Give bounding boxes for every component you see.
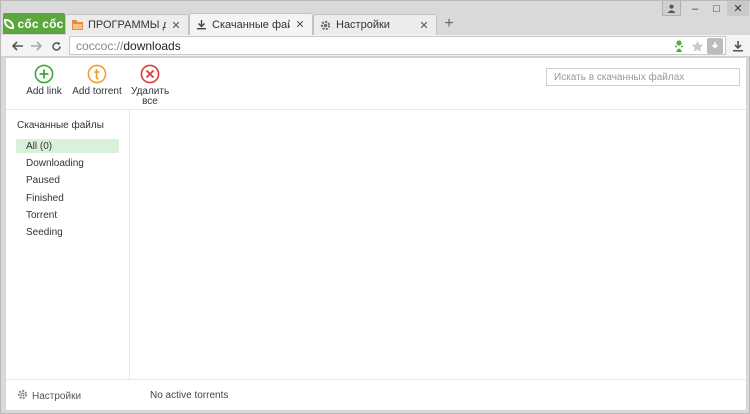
download-icon <box>733 41 743 52</box>
settings-link[interactable]: Настройки <box>17 389 81 403</box>
new-tab-button[interactable]: + <box>441 16 457 32</box>
tab-title: Скачанные файлы <box>212 18 290 31</box>
browser-toolbar: coccoc://downloads <box>1 35 750 57</box>
save-page-icon[interactable] <box>707 38 723 54</box>
tab-strip: cốc cốc ПРОГРАММЫ для Windo ✕ Скачанные … <box>1 1 750 35</box>
sidebar-title: Скачанные файлы <box>17 120 104 131</box>
x-circle-icon <box>140 64 160 84</box>
url-path: downloads <box>123 38 181 53</box>
minimize-button[interactable]: – <box>684 1 706 16</box>
downloads-search-input[interactable]: Искать в скачанных файлах <box>546 68 740 86</box>
forward-button[interactable] <box>27 37 45 55</box>
settings-label: Настройки <box>32 390 82 402</box>
tab-settings[interactable]: Настройки ✕ <box>313 14 437 35</box>
reload-button[interactable] <box>47 37 65 55</box>
browser-window: cốc cốc ПРОГРАММЫ для Windo ✕ Скачанные … <box>0 0 750 414</box>
downloads-footer: Настройки No active torrents <box>6 379 746 410</box>
gear-icon <box>320 20 331 31</box>
add-torrent-button[interactable]: Add torrent <box>67 64 127 97</box>
sidebar-item-all[interactable]: All (0) <box>16 139 119 153</box>
tab-title: ПРОГРАММЫ для Windo <box>88 19 166 31</box>
plus-circle-icon <box>34 64 54 84</box>
star-icon[interactable] <box>689 38 705 54</box>
torrent-status: No active torrents <box>150 390 229 401</box>
url-scheme: coccoc:// <box>76 38 124 53</box>
arrow-right-icon <box>31 41 42 51</box>
address-bar-actions <box>671 38 723 54</box>
close-tab-icon[interactable]: ✕ <box>418 19 430 32</box>
sidebar-item-finished[interactable]: Finished <box>16 191 119 205</box>
downloads-actions-bar: Add link Add torrent Удалить все Искать … <box>6 58 746 110</box>
sidebar-item-downloading[interactable]: Downloading <box>16 156 119 170</box>
logo-text: cốc cốc <box>17 16 64 31</box>
tab-title: Настройки <box>336 19 390 31</box>
profile-button[interactable] <box>662 1 681 16</box>
sidebar-item-seeding[interactable]: Seeding <box>16 225 119 239</box>
downloads-page: Add link Add torrent Удалить все Искать … <box>5 57 747 411</box>
address-bar[interactable]: coccoc://downloads <box>69 36 726 55</box>
tab-programs[interactable]: ПРОГРАММЫ для Windo ✕ <box>65 14 189 35</box>
arrow-left-icon <box>12 41 23 51</box>
add-torrent-label: Add torrent <box>72 86 122 97</box>
search-placeholder: Искать в скачанных файлах <box>554 71 685 83</box>
add-link-button[interactable]: Add link <box>14 64 74 97</box>
folder-icon <box>72 20 83 31</box>
downloads-button[interactable] <box>730 38 746 54</box>
window-controls: – □ ✕ <box>684 1 749 16</box>
sidebar-item-torrent[interactable]: Torrent <box>16 208 119 222</box>
back-button[interactable] <box>9 37 27 55</box>
download-icon <box>196 19 207 30</box>
downloads-sidebar: Скачанные файлы All (0) Downloading Paus… <box>6 110 130 379</box>
leaf-icon <box>4 18 15 29</box>
coccoc-extension-icon[interactable] <box>671 38 687 54</box>
delete-all-button[interactable]: Удалить все <box>120 64 180 107</box>
close-tab-icon[interactable]: ✕ <box>294 18 306 31</box>
close-tab-icon[interactable]: ✕ <box>170 19 182 32</box>
sidebar-item-paused[interactable]: Paused <box>16 173 119 187</box>
delete-all-label: Удалить все <box>131 86 170 107</box>
reload-icon <box>51 41 61 51</box>
user-icon <box>667 4 676 13</box>
close-window-button[interactable]: ✕ <box>727 1 749 16</box>
gear-icon <box>17 389 28 403</box>
coccoc-logo[interactable]: cốc cốc <box>3 13 65 34</box>
add-link-label: Add link <box>26 86 62 97</box>
torrent-circle-icon <box>87 64 107 84</box>
maximize-button[interactable]: □ <box>706 1 727 16</box>
tab-downloads[interactable]: Скачанные файлы ✕ <box>189 13 313 35</box>
downloads-list <box>130 110 746 379</box>
